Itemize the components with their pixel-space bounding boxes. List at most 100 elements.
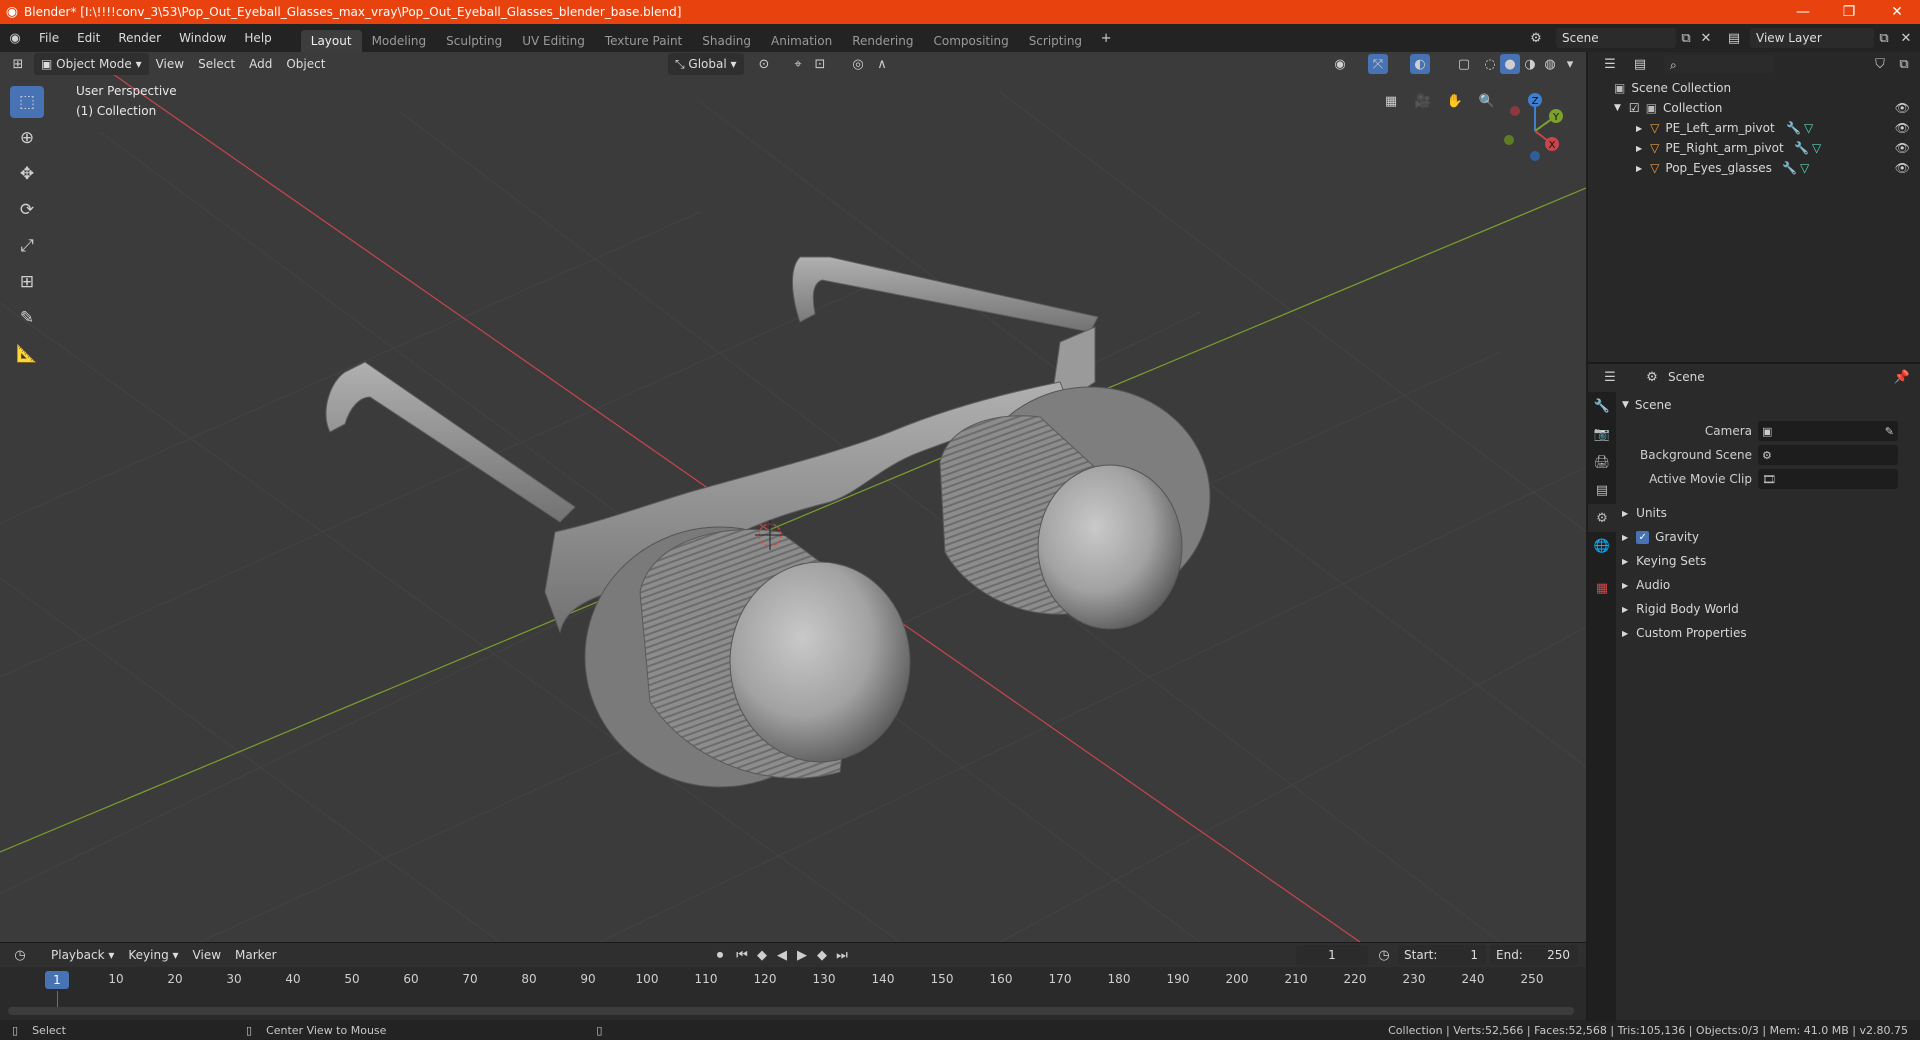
pin-icon[interactable]: 📌 [1892,367,1912,387]
timeline-scrollbar[interactable] [8,1007,1574,1015]
outliner-search-input[interactable]: ⌕ [1664,55,1774,73]
tab-animation[interactable]: Animation [761,30,842,52]
render-tab-icon[interactable]: 📷 [1588,420,1616,448]
tool-tab-icon[interactable]: 🔧 [1588,392,1616,420]
timeline-editor-type-icon[interactable]: ◷ [10,945,30,965]
new-collection-icon[interactable]: ⧉ [1894,54,1914,74]
shading-options-icon[interactable]: ▾ [1560,54,1580,74]
scene-tab-icon[interactable]: ⚙ [1588,504,1616,532]
play-reverse-icon[interactable]: ◀ [772,945,792,965]
audio-panel[interactable]: ▶ Audio [1622,574,1914,596]
eyedropper-icon[interactable]: ✎ [1885,425,1894,438]
end-frame-field[interactable]: End: 250 [1490,945,1578,965]
gravity-panel[interactable]: ▶ ✓ Gravity [1622,526,1914,548]
properties-editor-type-icon[interactable]: ☰ [1600,367,1620,387]
custom-properties-panel[interactable]: ▶ Custom Properties [1622,622,1914,644]
texture-tab-icon[interactable]: ▦ [1588,574,1616,602]
gizmo-neg-y[interactable] [1504,135,1514,145]
tab-layout[interactable]: Layout [300,30,362,52]
viewport-menu-select[interactable]: Select [191,53,242,75]
remove-view-layer-icon[interactable]: ✕ [1896,28,1916,48]
outliner-object-row[interactable]: ▶ ▽ Pop_Eyes_glasses 🔧 ▽ 👁 [1588,158,1920,178]
background-scene-field[interactable]: ⚙ [1758,445,1898,465]
expand-arrow-icon[interactable]: ▶ [1636,124,1642,133]
outliner-scene-collection[interactable]: ▣ Scene Collection [1588,78,1920,98]
remove-scene-icon[interactable]: ✕ [1696,28,1716,48]
mode-selector[interactable]: ▣ Object Mode ▾ [34,53,149,75]
new-view-layer-icon[interactable]: ⧉ [1874,28,1894,48]
view-layer-icon[interactable]: ▤ [1724,28,1744,48]
orientation-selector[interactable]: ⤡ Global ▾ [668,53,744,75]
object-visibility-icon[interactable]: 👁 [1895,161,1910,175]
frame-ruler[interactable]: 1 10 20 30 40 50 60 70 80 90 100 110 120 130 140 150 160… [0,969,1586,991]
tab-texture-paint[interactable]: Texture Paint [595,30,692,52]
add-workspace-icon[interactable]: + [1096,28,1116,48]
minimize-button[interactable]: — [1780,0,1826,24]
preview-range-icon[interactable]: ◷ [1374,945,1394,965]
pivot-icon[interactable]: ⊙ [754,54,774,74]
viewport-menu-object[interactable]: Object [279,53,332,75]
rotate-tool-icon[interactable]: ⟳ [10,194,44,226]
outliner-object-row[interactable]: ▶ ▽ PE_Left_arm_pivot 🔧 ▽ 👁 [1588,118,1920,138]
timeline-menu-keying[interactable]: Keying ▾ [121,944,185,966]
navigation-gizmo[interactable]: Z Y X [1490,86,1570,166]
transform-tool-icon[interactable]: ⊞ [10,266,44,298]
tab-rendering[interactable]: Rendering [842,30,923,52]
tab-uv-editing[interactable]: UV Editing [512,30,595,52]
world-tab-icon[interactable]: 🌐 [1588,532,1616,560]
view-layer-tab-icon[interactable]: ▤ [1588,476,1616,504]
scene-icon[interactable]: ⚙ [1526,28,1546,48]
display-mode-icon[interactable]: ▤ [1630,54,1650,74]
snap-target-icon[interactable]: ⊡ [810,54,830,74]
scale-tool-icon[interactable]: ⤢ [10,230,44,262]
cursor-tool-icon[interactable]: ⊕ [10,122,44,154]
modifier-icon[interactable]: 🔧 [1794,141,1809,155]
camera-view-icon[interactable]: 🎥 [1410,88,1436,114]
play-icon[interactable]: ▶ [792,945,812,965]
measure-tool-icon[interactable]: 📐 [10,338,44,370]
snap-icon[interactable]: ⌖ [788,54,808,74]
blender-menu-icon[interactable]: ◉ [0,28,30,48]
editor-type-icon[interactable]: ⊞ [8,54,28,74]
scene-panel-header[interactable]: ▼ Scene [1622,394,1914,416]
new-scene-icon[interactable]: ⧉ [1676,28,1696,48]
expand-arrow-icon[interactable]: ▶ [1636,164,1642,173]
outliner-editor-type-icon[interactable]: ☰ [1600,54,1620,74]
timeline-menu-marker[interactable]: Marker [228,944,283,966]
close-button[interactable]: ✕ [1874,0,1920,24]
overlay-toggle-icon[interactable]: ◐ [1410,54,1430,74]
mesh-data-icon[interactable]: ▽ [1800,161,1809,175]
mesh-data-icon[interactable]: ▽ [1812,141,1821,155]
menu-window[interactable]: Window [170,24,235,52]
material-shading-icon[interactable]: ◑ [1520,54,1540,74]
wireframe-shading-icon[interactable]: ◌ [1480,54,1500,74]
menu-edit[interactable]: Edit [68,24,109,52]
collection-visibility-icon[interactable]: 👁 [1895,101,1910,115]
prev-keyframe-icon[interactable]: ◆ [752,945,772,965]
gizmo-neg-x[interactable] [1510,106,1520,116]
collection-checkbox[interactable]: ☑ [1629,101,1640,115]
outliner-collection[interactable]: ▼ ☑ ▣ Collection 👁 [1588,98,1920,118]
menu-help[interactable]: Help [235,24,280,52]
start-frame-field[interactable]: Start: 1 [1398,945,1486,965]
scene-selector[interactable]: Scene [1556,28,1676,48]
maximize-button[interactable]: ❐ [1826,0,1872,24]
next-keyframe-icon[interactable]: ◆ [812,945,832,965]
xray-icon[interactable]: ▢ [1454,54,1474,74]
proportional-edit-icon[interactable]: ◎ [848,54,868,74]
record-icon[interactable]: ⏺ [710,945,730,965]
filter-icon[interactable]: ⛉ [1870,54,1890,74]
expand-arrow-icon[interactable]: ▶ [1636,144,1642,153]
view-layer-selector[interactable]: View Layer [1750,28,1874,48]
viewport-menu-view[interactable]: View [149,53,191,75]
current-frame-marker[interactable]: 1 [45,971,69,989]
menu-file[interactable]: File [30,24,68,52]
falloff-icon[interactable]: ∧ [872,54,892,74]
tab-compositing[interactable]: Compositing [923,30,1018,52]
annotate-tool-icon[interactable]: ✎ [10,302,44,334]
visibility-icon[interactable]: ◉ [1330,54,1350,74]
tab-modeling[interactable]: Modeling [362,30,437,52]
select-box-tool-icon[interactable]: ⬚ [10,86,44,118]
viewport-menu-add[interactable]: Add [242,53,279,75]
outliner-object-row[interactable]: ▶ ▽ PE_Right_arm_pivot 🔧 ▽ 👁 [1588,138,1920,158]
